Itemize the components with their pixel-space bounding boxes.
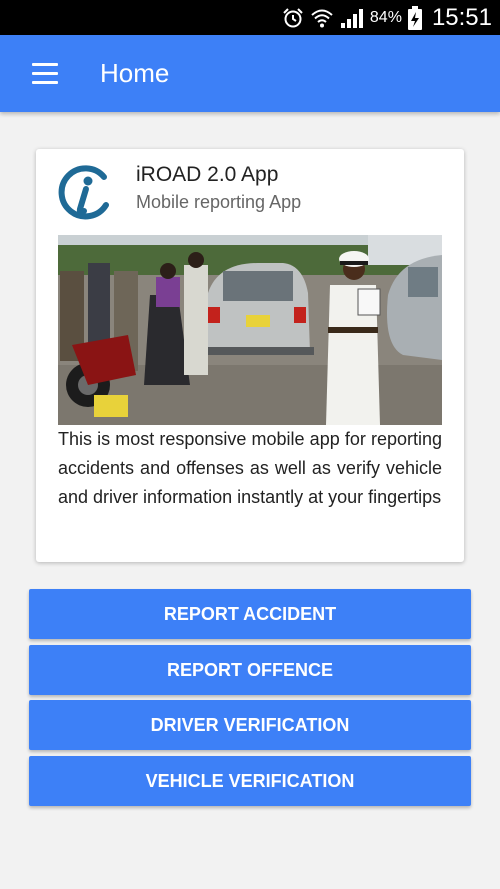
status-icons: 84% 15:51 xyxy=(282,0,492,35)
card-description: This is most responsive mobile app for r… xyxy=(58,429,442,507)
app-info-card: iROAD 2.0 App Mobile reporting App This … xyxy=(36,149,464,562)
report-accident-button[interactable]: REPORT ACCIDENT xyxy=(29,589,471,639)
traffic-accident-scene-photo xyxy=(58,235,442,425)
card-title: iROAD 2.0 App xyxy=(136,163,279,186)
clock: 15:51 xyxy=(431,3,492,31)
hamburger-menu-icon[interactable] xyxy=(22,57,66,91)
report-offence-button[interactable]: REPORT OFFENCE xyxy=(29,645,471,695)
driver-verification-button[interactable]: DRIVER VERIFICATION xyxy=(29,700,471,750)
card-subtitle: Mobile reporting App xyxy=(136,192,302,212)
wifi-icon xyxy=(311,9,333,27)
battery-charging-icon xyxy=(407,5,422,30)
vehicle-verification-button[interactable]: VEHICLE VERIFICATION xyxy=(29,756,471,806)
iroad-logo-icon xyxy=(58,165,109,220)
alarm-icon xyxy=(283,7,303,27)
app-bar: Home xyxy=(0,35,500,112)
status-bar: 84% 15:51 xyxy=(0,0,500,35)
battery-percent: 84% xyxy=(369,8,402,26)
page-title: Home xyxy=(100,58,170,88)
signal-icon xyxy=(340,8,363,28)
